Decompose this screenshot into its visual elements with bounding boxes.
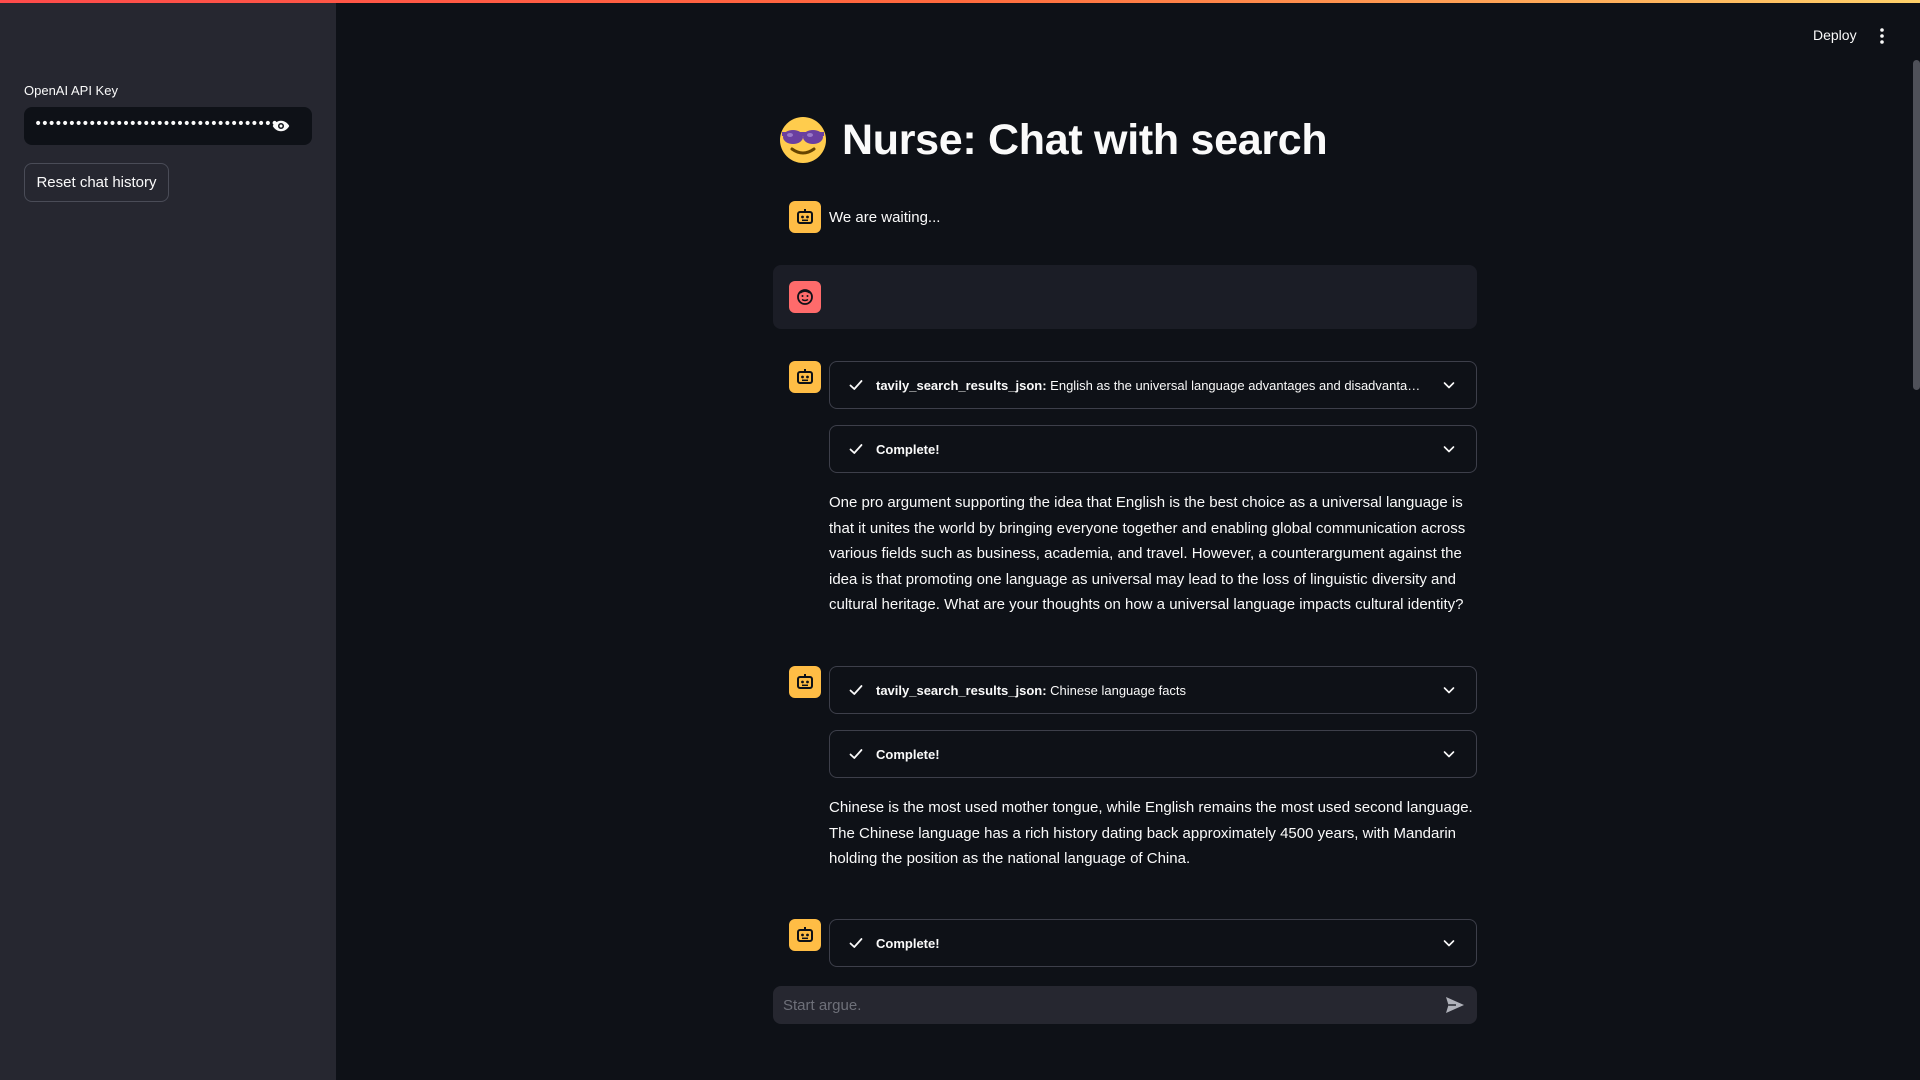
top-decoration-bar [0,0,1920,3]
more-menu-icon[interactable] [1876,27,1888,45]
tool-query: Chinese language facts [1050,682,1187,698]
status-label: Complete! [876,441,940,457]
user-message [773,265,1477,329]
robot-icon [797,209,813,224]
api-key-value[interactable]: ••••••••••••••••••••••••••••••••••••••••… [34,116,278,132]
send-icon[interactable] [1445,996,1465,1014]
chevron-down-icon [1443,446,1455,453]
tool-call-summary: tavily_search_results_json: Chinese lang… [876,683,1422,698]
bot-avatar [789,361,821,393]
status-expander[interactable]: Complete! [829,425,1477,473]
deploy-button[interactable]: Deploy [1813,27,1857,43]
page-title: Nurse: Chat with search [842,115,1328,164]
user-avatar [789,281,821,313]
tool-call-expander[interactable]: tavily_search_results_json: Chinese lang… [829,666,1477,714]
user-face-icon [797,289,813,305]
chevron-down-icon [1443,382,1455,389]
page-header: Nurse: Chat with search [778,115,1328,165]
chevron-down-icon [1443,751,1455,758]
eye-icon[interactable] [272,118,290,134]
status-expander[interactable]: Complete! [829,919,1477,967]
bot-avatar [789,666,821,698]
api-key-field[interactable]: ••••••••••••••••••••••••••••••••••••••••… [24,107,312,145]
status-label: Complete! [876,935,940,951]
api-key-label: OpenAI API Key [24,83,118,98]
sidebar: OpenAI API Key •••••••••••••••••••••••••… [0,0,336,1080]
robot-icon [797,674,813,689]
robot-icon [797,369,813,384]
status-expander[interactable]: Complete! [829,730,1477,778]
check-icon [849,749,863,759]
check-icon [849,444,863,454]
assistant-message-text: Chinese is the most used mother tongue, … [829,799,1473,867]
tool-query: English as the universal language advant… [1050,377,1422,393]
chat-input[interactable] [773,986,1423,1024]
assistant-message-text: We are waiting... [829,209,941,226]
status-label: Complete! [876,746,940,762]
tool-name: tavily_search_results_json: [876,377,1047,393]
reset-chat-history-button[interactable]: Reset chat history [24,163,169,202]
tool-name: tavily_search_results_json: [876,682,1047,698]
check-icon [849,380,863,390]
chevron-down-icon [1443,940,1455,947]
bot-avatar [789,919,821,951]
check-icon [849,685,863,695]
bot-avatar [789,201,821,233]
chevron-down-icon [1443,687,1455,694]
assistant-message-text: One pro argument supporting the idea tha… [829,494,1466,613]
scrollbar[interactable] [1913,60,1920,390]
tool-call-summary: tavily_search_results_json: English as t… [876,378,1422,393]
check-icon [849,938,863,948]
robot-icon [797,927,813,942]
tool-call-expander[interactable]: tavily_search_results_json: English as t… [829,361,1477,409]
sunglasses-emoji-icon [780,117,826,163]
chat-input-container [773,986,1477,1024]
